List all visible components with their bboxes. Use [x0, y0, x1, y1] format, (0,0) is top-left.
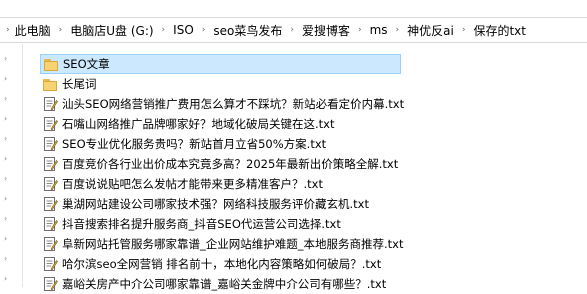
text-file-icon [42, 116, 58, 132]
file-name: 百度说说贴吧怎么发帖才能带来更多精准客户？.txt [62, 177, 323, 191]
file-item[interactable]: 百度说说贴吧怎么发帖才能带来更多精准客户？.txt [40, 174, 587, 194]
breadcrumb-item-saved-txt[interactable]: 保存的txt [470, 22, 529, 39]
expand-arrow-icon[interactable]: › [4, 54, 7, 63]
breadcrumb-item-usb-drive[interactable]: 电脑店U盘 (G:) [67, 22, 156, 39]
file-item[interactable]: 汕头SEO网络营销推广费用怎么算才不踩坑？新站必看定价内幕.txt [40, 94, 587, 114]
expand-arrow-icon[interactable]: › [4, 174, 7, 183]
chevron-right-icon[interactable]: › [353, 25, 367, 35]
file-item[interactable]: 嘉峪关房产中介公司哪家靠谱_嘉峪关金牌中介公司有哪些？.txt [40, 274, 587, 294]
expand-arrow-icon[interactable]: › [4, 254, 7, 263]
expand-arrow-icon[interactable]: › [4, 214, 7, 223]
file-name: 抖音搜索排名提升服务商_抖音SEO代运营公司选择.txt [62, 217, 341, 231]
breadcrumb-item-anti-ai[interactable]: 神优反ai [404, 22, 457, 39]
file-name: 嘉峪关房产中介公司哪家靠谱_嘉峪关金牌中介公司有哪些？.txt [62, 277, 387, 291]
expand-arrow-icon[interactable]: › [4, 74, 7, 83]
folder-icon [42, 76, 58, 92]
breadcrumb-item-seo-publish[interactable]: seo菜鸟发布 [210, 22, 285, 39]
chevron-right-icon[interactable]: › [54, 25, 68, 35]
file-name: SEO文章 [63, 57, 110, 71]
text-file-icon [42, 176, 58, 192]
file-name: 长尾词 [62, 77, 97, 91]
chevron-right-icon[interactable]: › [457, 25, 471, 35]
file-item[interactable]: 石嘴山网络推广品牌哪家好？地域化破局关键在这.txt [40, 114, 587, 134]
text-file-icon [42, 236, 58, 252]
address-bar[interactable]: › 此电脑 › 电脑店U盘 (G:) › ISO › seo菜鸟发布 › 爱搜博客 › m… [0, 17, 587, 43]
breadcrumb-item-this-pc[interactable]: 此电脑 [12, 22, 54, 39]
expand-arrow-icon[interactable]: › [4, 194, 7, 203]
text-file-icon [42, 96, 58, 112]
file-name: SEO专业优化服务贵吗？新站首月立省50%方案.txt [62, 137, 327, 151]
text-file-icon [42, 196, 58, 212]
file-item[interactable]: 百度竞价各行业出价成本究竟多高？2025年最新出价策略全解.txt [40, 154, 587, 174]
file-name: 巢湖网站建设公司哪家技术强？网络科技服务评价藏玄机.txt [62, 197, 369, 211]
file-name: 哈尔滨seo全网营销 排名前十，本地化内容策略如何破局？.txt [62, 257, 382, 271]
chevron-right-icon[interactable]: › [157, 25, 171, 35]
text-file-icon [42, 136, 58, 152]
breadcrumb-item-ms[interactable]: ms [367, 23, 391, 37]
expand-arrow-icon[interactable]: › [4, 114, 7, 123]
breadcrumb-item-blog[interactable]: 爱搜博客 [299, 22, 353, 39]
text-file-icon [42, 256, 58, 272]
file-name: 阜新网站托管服务哪家靠谱_企业网站维护难题_本地服务商推荐.txt [62, 237, 404, 251]
file-name: 汕头SEO网络营销推广费用怎么算才不踩坑？新站必看定价内幕.txt [62, 97, 405, 111]
file-list: SEO文章长尾词汕头SEO网络营销推广费用怎么算才不踩坑？新站必看定价内幕.tx… [40, 54, 587, 294]
file-item[interactable]: SEO专业优化服务贵吗？新站首月立省50%方案.txt [40, 134, 587, 154]
breadcrumb-item-iso[interactable]: ISO [170, 23, 197, 37]
folder-item[interactable]: 长尾词 [40, 74, 587, 94]
expand-arrow-icon[interactable]: › [4, 134, 7, 143]
file-name: 百度竞价各行业出价成本究竟多高？2025年最新出价策略全解.txt [62, 157, 399, 171]
text-file-icon [42, 216, 58, 232]
navigation-pane[interactable]: › › › › › › › › › › › › [0, 44, 23, 287]
folder-item[interactable]: SEO文章 [40, 54, 401, 74]
chevron-right-icon[interactable]: › [391, 25, 405, 35]
text-file-icon [42, 156, 58, 172]
expand-arrow-icon[interactable]: › [4, 94, 7, 103]
folder-icon [43, 56, 59, 72]
file-item[interactable]: 哈尔滨seo全网营销 排名前十，本地化内容策略如何破局？.txt [40, 254, 587, 274]
expand-arrow-icon[interactable]: › [4, 234, 7, 243]
expand-arrow-icon[interactable]: › [4, 274, 7, 283]
file-item[interactable]: 巢湖网站建设公司哪家技术强？网络科技服务评价藏玄机.txt [40, 194, 587, 214]
chevron-right-icon[interactable]: › [285, 25, 299, 35]
chevron-right-icon[interactable]: › [197, 25, 211, 35]
expand-arrow-icon[interactable]: › [4, 154, 7, 163]
file-item[interactable]: 阜新网站托管服务哪家靠谱_企业网站维护难题_本地服务商推荐.txt [40, 234, 587, 254]
chevron-right-icon[interactable]: › [0, 25, 12, 35]
file-item[interactable]: 抖音搜索排名提升服务商_抖音SEO代运营公司选择.txt [40, 214, 587, 234]
text-file-icon [42, 276, 58, 292]
file-name: 石嘴山网络推广品牌哪家好？地域化破局关键在这.txt [62, 117, 335, 131]
